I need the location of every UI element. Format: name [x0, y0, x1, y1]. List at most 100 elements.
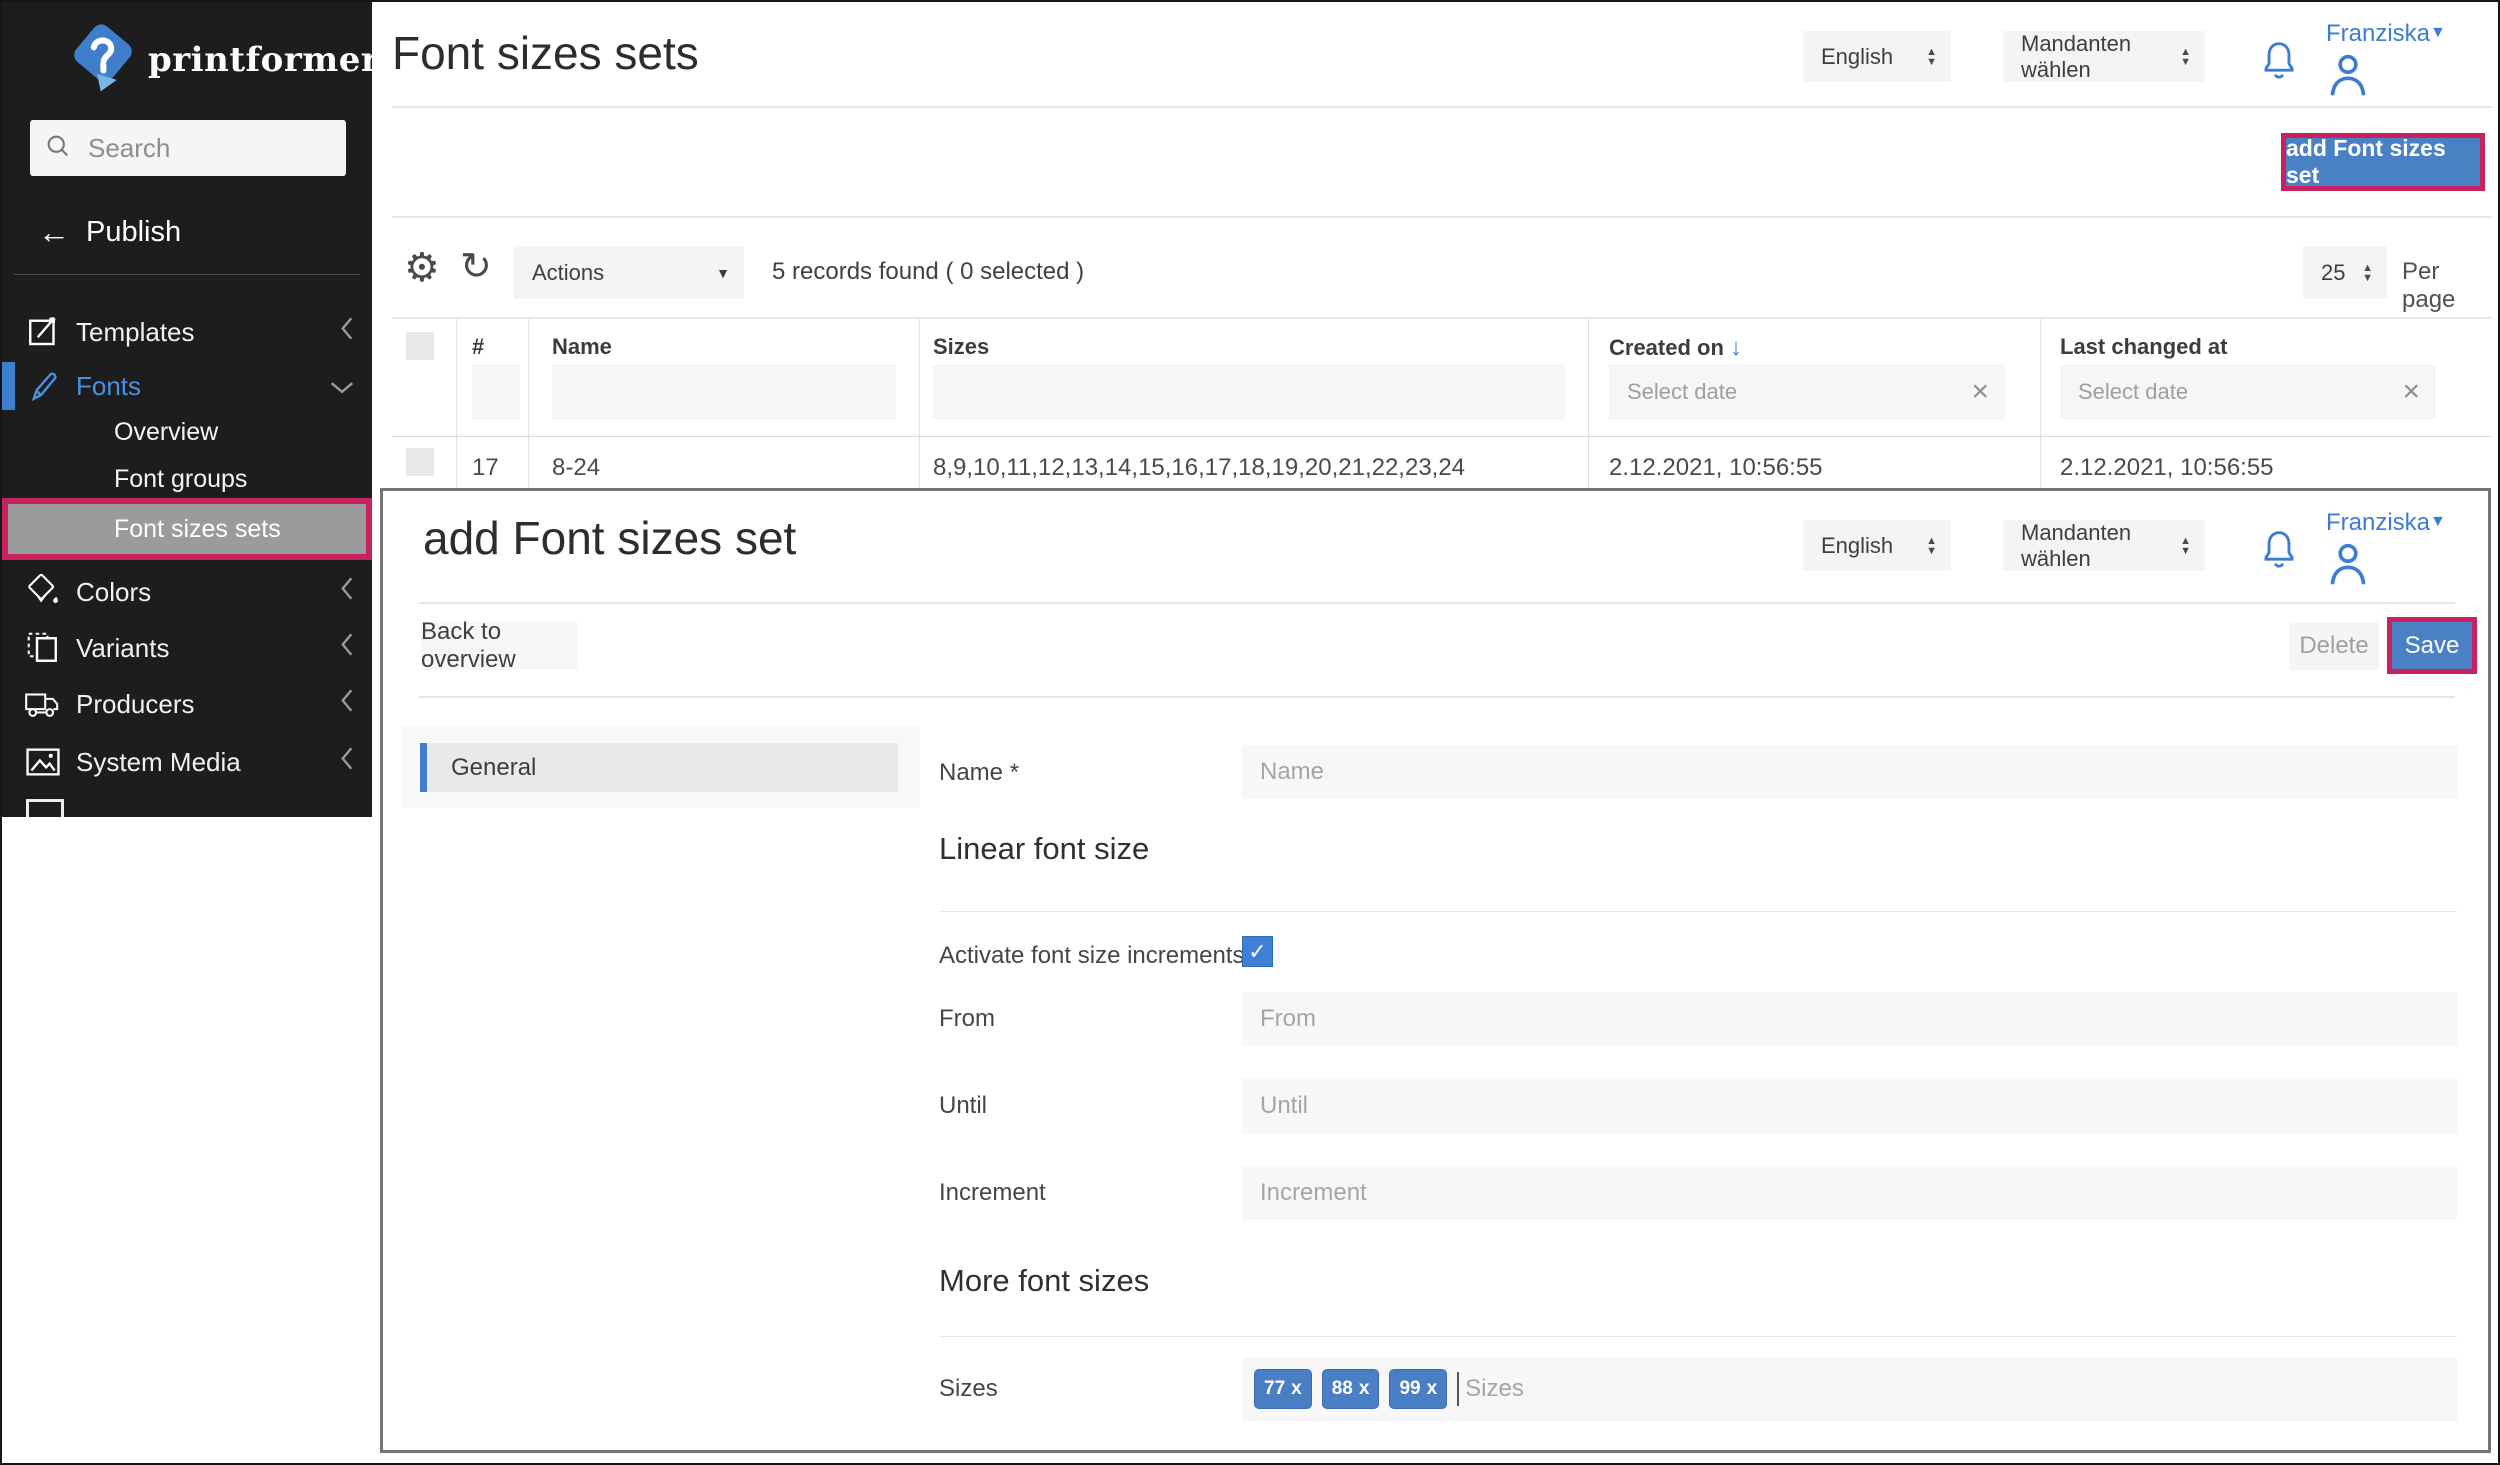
filter-name-input[interactable] — [552, 364, 896, 420]
add-font-sizes-set-button[interactable]: add Font sizes set — [2286, 138, 2480, 186]
sidebar-item-producers[interactable]: Producers — [2, 682, 372, 726]
back-to-overview-button[interactable]: Back to overview — [421, 622, 577, 670]
sidebar-search[interactable] — [30, 120, 346, 176]
user-caret-icon[interactable]: ▼ — [2430, 513, 2446, 531]
language-select[interactable]: English ▲▼ — [1803, 31, 1951, 82]
size-chip[interactable]: 99 x — [1389, 1369, 1447, 1409]
more-font-sizes-heading: More font sizes — [939, 1263, 1149, 1299]
sidebar-item-system-media[interactable]: System Media — [2, 740, 372, 784]
tab-label: General — [451, 754, 536, 782]
sidebar-item-colors[interactable]: Colors — [2, 570, 372, 614]
settings-tab-panel: General — [402, 726, 920, 808]
user-avatar-icon[interactable] — [2322, 48, 2374, 105]
sidebar-item-label: Producers — [76, 689, 195, 720]
sidebar-item-label: Variants — [76, 633, 169, 664]
user-caret-icon[interactable]: ▼ — [2430, 24, 2446, 42]
cell-changed: 2.12.2021, 10:56:55 — [2060, 454, 2274, 482]
user-avatar-icon[interactable] — [2322, 537, 2374, 594]
chevron-left-icon[interactable] — [340, 317, 354, 348]
actions-dropdown[interactable]: Actions ▼ — [514, 246, 744, 299]
refresh-icon[interactable]: ↻ — [460, 248, 492, 286]
variants-icon — [24, 629, 62, 667]
sidebar-item-overview[interactable]: Overview — [2, 410, 372, 454]
filter-num-input[interactable] — [472, 364, 520, 420]
cell-sizes: 8,9,10,11,12,13,14,15,16,17,18,19,20,21,… — [933, 454, 1465, 482]
name-label: Name * — [939, 759, 1019, 787]
clear-icon[interactable]: × — [1971, 377, 1989, 407]
column-header-num[interactable]: # — [472, 334, 484, 360]
publish-back-link[interactable]: ← Publish — [38, 214, 181, 251]
sizes-label: Sizes — [939, 1375, 998, 1403]
column-header-sizes[interactable]: Sizes — [933, 334, 989, 360]
divider — [939, 1336, 2457, 1337]
search-input[interactable] — [86, 132, 332, 165]
chevron-left-icon[interactable] — [340, 689, 354, 720]
sidebar-item-label: Fonts — [76, 371, 141, 402]
tenant-select[interactable]: Mandanten wählen ▲▼ — [2003, 31, 2205, 82]
row-checkbox[interactable] — [406, 448, 434, 476]
select-all-checkbox[interactable] — [406, 332, 434, 360]
per-page-select[interactable]: 25 ▲▼ — [2303, 246, 2387, 299]
sizes-tag-input[interactable]: 77 x 88 x 99 x Sizes — [1242, 1357, 2457, 1421]
name-input[interactable] — [1242, 745, 2457, 799]
chevron-down-icon[interactable] — [330, 371, 354, 402]
size-chip[interactable]: 77 x — [1254, 1369, 1312, 1409]
chip-value: 99 — [1399, 1378, 1420, 1400]
filter-created-date[interactable]: × — [1609, 364, 2005, 420]
tab-general[interactable]: General — [420, 743, 898, 792]
created-date-input[interactable] — [1625, 378, 1920, 406]
from-input[interactable] — [1242, 992, 2457, 1046]
add-button-annotation: add Font sizes set — [2281, 133, 2485, 191]
filter-sizes-input[interactable] — [933, 364, 1565, 420]
divider — [392, 106, 2492, 108]
user-menu[interactable]: Franziska — [2326, 20, 2430, 48]
sidebar-item-font-sizes-sets[interactable]: Font sizes sets — [2, 498, 372, 560]
tenant-select[interactable]: Mandanten wählen ▲▼ — [2003, 520, 2205, 571]
page-title: Font sizes sets — [392, 26, 699, 80]
sidebar-item-templates[interactable]: Templates — [2, 310, 372, 354]
clear-icon[interactable]: × — [2402, 377, 2420, 407]
user-menu[interactable]: Franziska — [2326, 509, 2430, 537]
sidebar-item-fonts[interactable]: Fonts — [2, 364, 372, 408]
notifications-bell-icon[interactable] — [2256, 524, 2302, 579]
save-button[interactable]: Save — [2392, 622, 2472, 669]
chevron-left-icon[interactable] — [340, 633, 354, 664]
divider — [939, 911, 2457, 912]
until-input[interactable] — [1242, 1078, 2457, 1134]
cell-name[interactable]: 8-24 — [552, 454, 600, 482]
activate-increments-label: Activate font size increments — [939, 942, 1244, 970]
chevron-left-icon[interactable] — [340, 747, 354, 778]
chevron-left-icon[interactable] — [340, 577, 354, 608]
column-header-created[interactable]: Created on ↓ — [1609, 334, 1742, 362]
changed-date-input[interactable] — [2076, 378, 2355, 406]
sidebar-item-label: Templates — [76, 317, 195, 348]
select-spinner-icon: ▲▼ — [1926, 536, 1937, 556]
sort-desc-icon[interactable]: ↓ — [1730, 334, 1742, 361]
language-select[interactable]: English ▲▼ — [1803, 520, 1951, 571]
increment-input[interactable] — [1242, 1166, 2457, 1220]
divider — [456, 318, 457, 488]
records-count-text: 5 records found ( 0 selected ) — [772, 258, 1084, 286]
chip-remove-button[interactable]: x — [1427, 1378, 1438, 1400]
chip-remove-button[interactable]: x — [1359, 1378, 1370, 1400]
notifications-bell-icon[interactable] — [2256, 35, 2302, 90]
gear-icon[interactable]: ⚙ — [404, 248, 440, 288]
delete-button[interactable]: Delete — [2289, 622, 2379, 670]
filter-changed-date[interactable]: × — [2060, 364, 2436, 420]
column-header-changed[interactable]: Last changed at — [2060, 334, 2227, 360]
save-button-annotation: Save — [2387, 617, 2477, 674]
sidebar-item-font-groups[interactable]: Font groups — [2, 457, 372, 501]
add-font-sizes-set-dialog: add Font sizes set English ▲▼ Mandanten … — [380, 488, 2491, 1453]
chip-remove-button[interactable]: x — [1291, 1378, 1302, 1400]
sizes-placeholder-text: Sizes — [1465, 1375, 1524, 1403]
publish-label: Publish — [86, 216, 181, 249]
per-page-label: Per page — [2402, 258, 2498, 314]
cell-created: 2.12.2021, 10:56:55 — [1609, 454, 1823, 482]
select-spinner-icon: ▲▼ — [2362, 263, 2373, 283]
size-chip[interactable]: 88 x — [1322, 1369, 1380, 1409]
sidebar-item-variants[interactable]: Variants — [2, 626, 372, 670]
fonts-icon — [24, 367, 62, 405]
column-header-name[interactable]: Name — [552, 334, 612, 360]
text-cursor — [1457, 1372, 1459, 1406]
activate-increments-checkbox[interactable]: ✓ — [1242, 936, 1273, 967]
